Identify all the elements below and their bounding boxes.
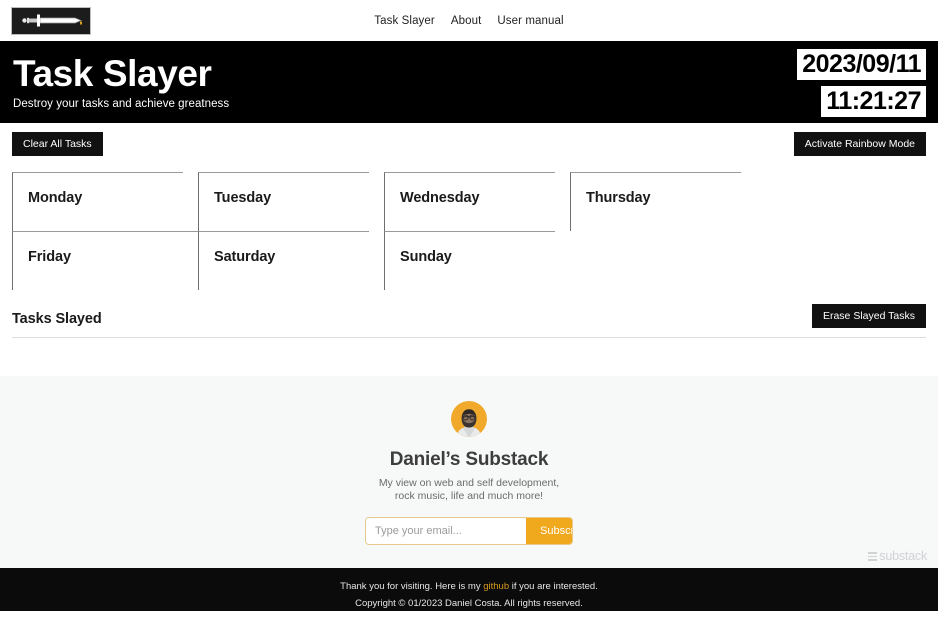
subscribe-button[interactable]: Subscribe <box>526 518 572 544</box>
day-card-tuesday[interactable]: Tuesday <box>198 172 369 231</box>
substack-description-line1: My view on web and self development, <box>378 477 560 489</box>
day-card-wednesday[interactable]: Wednesday <box>384 172 555 231</box>
clock: 2023/09/11 11:21:27 <box>797 49 926 117</box>
day-card-thursday[interactable]: Thursday <box>570 172 741 231</box>
footer-text-post: if you are interested. <box>509 581 598 592</box>
substack-description: My view on web and self development, roc… <box>379 477 559 503</box>
clock-time: 11:21:27 <box>821 86 926 117</box>
substack-title: Daniel’s Substack <box>389 449 549 470</box>
day-title: Friday <box>28 249 71 265</box>
controls-bar: Clear All Tasks Activate Rainbow Mode <box>0 132 938 164</box>
substack-logo-icon <box>868 551 878 561</box>
footer-copyright: Copyright © 01/2023 Daniel Costa. All ri… <box>355 598 583 609</box>
substack-watermark-label: substack <box>879 549 927 563</box>
footer: Thank you for visiting. Here is my githu… <box>0 568 938 611</box>
nav-link-user-manual[interactable]: User manual <box>497 15 563 27</box>
hero-banner: Task Slayer Destroy your tasks and achie… <box>0 41 938 123</box>
activate-rainbow-mode-button[interactable]: Activate Rainbow Mode <box>793 132 926 156</box>
clear-all-tasks-button[interactable]: Clear All Tasks <box>12 132 103 156</box>
day-title: Thursday <box>586 190 651 206</box>
footer-text-pre: Thank you for visiting. Here is my <box>340 581 484 592</box>
github-link[interactable]: github <box>483 581 509 592</box>
tasks-slayed-title: Tasks Slayed <box>12 311 102 327</box>
erase-slayed-tasks-button[interactable]: Erase Slayed Tasks <box>811 304 926 328</box>
day-title: Wednesday <box>400 190 480 206</box>
day-title: Monday <box>28 190 83 206</box>
email-input[interactable] <box>366 518 526 544</box>
navbar: Task Slayer About User manual <box>0 0 938 41</box>
day-card-sunday[interactable]: Sunday <box>384 231 555 290</box>
subscribe-form: Subscribe <box>365 517 573 545</box>
day-card-saturday[interactable]: Saturday <box>198 231 369 290</box>
day-title: Tuesday <box>214 190 272 206</box>
day-title: Saturday <box>214 249 276 265</box>
day-card-friday[interactable]: Friday <box>12 231 198 290</box>
user-avatar-icon <box>457 409 481 437</box>
day-title: Sunday <box>400 249 452 265</box>
substack-signup-section: Daniel’s Substack My view on web and sel… <box>0 376 938 568</box>
nav-link-task-slayer[interactable]: Task Slayer <box>374 15 435 27</box>
nav-links: Task Slayer About User manual <box>0 15 938 27</box>
footer-line-1: Thank you for visiting. Here is my githu… <box>0 578 938 595</box>
day-card-monday[interactable]: Monday <box>12 172 183 231</box>
substack-description-line2: rock music, life and much more! <box>394 490 544 502</box>
clock-date: 2023/09/11 <box>797 49 926 80</box>
avatar <box>451 401 487 437</box>
day-grid: Monday Tuesday Wednesday Thursday Friday… <box>0 172 938 290</box>
nav-link-about[interactable]: About <box>451 15 482 27</box>
tasks-slayed-section: Tasks Slayed Erase Slayed Tasks <box>12 304 926 338</box>
substack-watermark: substack <box>868 549 927 563</box>
